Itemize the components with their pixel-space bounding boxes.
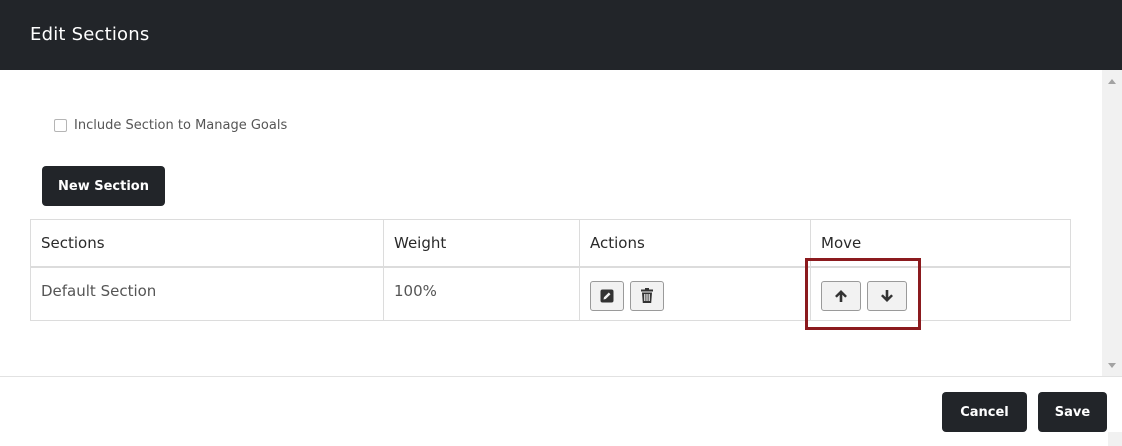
trash-icon (640, 288, 653, 303)
move-up-button[interactable] (821, 280, 861, 311)
modal-body: Include Section to Manage Goals New Sect… (0, 70, 1102, 376)
scroll-down-icon[interactable] (1108, 363, 1116, 368)
header-actions: Actions (579, 219, 811, 268)
section-weight-cell: 100% (383, 266, 580, 321)
sections-table: Sections Weight Actions Move Default Sec… (30, 219, 1071, 321)
move-down-button[interactable] (866, 280, 907, 311)
arrow-down-icon (880, 289, 893, 302)
section-name-cell: Default Section (30, 266, 384, 321)
include-goals-option[interactable]: Include Section to Manage Goals (54, 118, 287, 133)
footer-divider (0, 376, 1122, 377)
section-actions-cell (579, 266, 811, 321)
modal-title: Edit Sections (30, 23, 150, 45)
include-goals-checkbox[interactable] (54, 119, 67, 132)
pencil-icon (600, 289, 614, 302)
header-sections: Sections (30, 219, 384, 268)
arrow-up-icon (835, 289, 847, 302)
scroll-up-icon[interactable] (1108, 79, 1116, 84)
edit-section-button[interactable] (590, 280, 624, 311)
delete-section-button[interactable] (629, 280, 664, 311)
header-weight: Weight (383, 219, 580, 268)
page-scroll-corner (1108, 432, 1122, 446)
modal-scrollbar[interactable] (1102, 70, 1122, 376)
modal-header: Edit Sections (0, 0, 1122, 70)
cancel-button[interactable]: Cancel (942, 392, 1027, 432)
save-button[interactable]: Save (1038, 392, 1107, 432)
include-goals-label: Include Section to Manage Goals (74, 118, 288, 133)
table-row: Default Section 100% (30, 266, 1071, 321)
section-move-cell (810, 266, 1071, 321)
header-move: Move (810, 219, 1071, 268)
table-header-row: Sections Weight Actions Move (30, 219, 1071, 268)
edit-sections-modal: Edit Sections Include Section to Manage … (0, 0, 1122, 446)
new-section-button[interactable]: New Section (42, 166, 165, 206)
